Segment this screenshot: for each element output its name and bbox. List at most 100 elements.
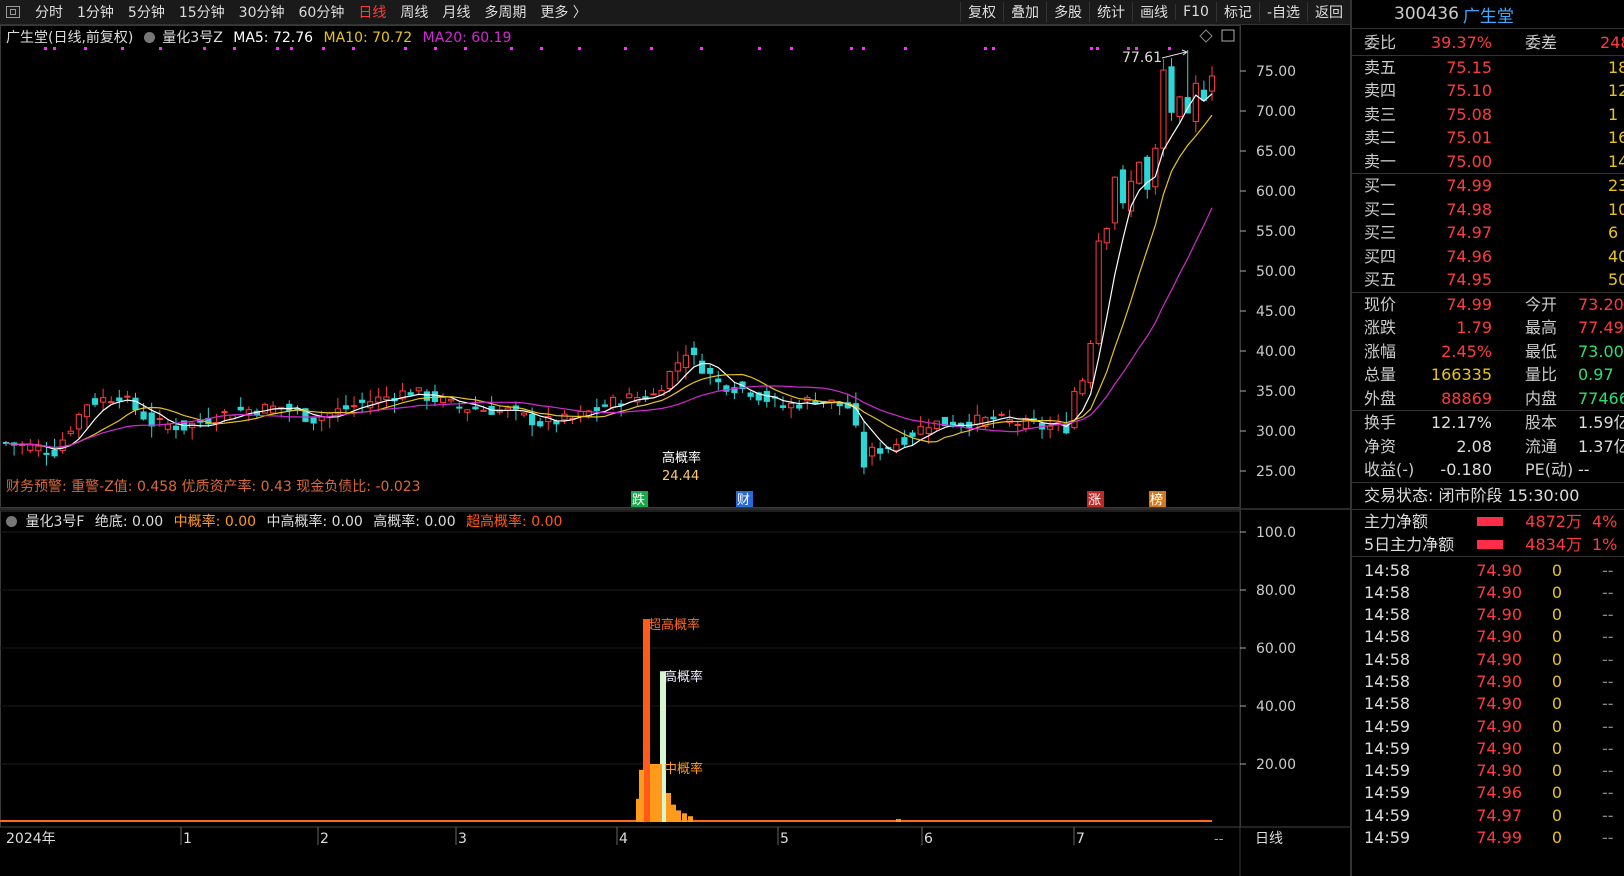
quote-stats-2: 换手 12.17% 股本 1.59亿 净资 2.08 流通 1.37亿 收益(-) -0.180 P… [1352,411,1624,482]
tick-volume: 0 [1551,671,1562,691]
period-tab[interactable]: 60分钟 [292,2,352,22]
period-tab[interactable]: 更多 〉 [533,2,593,22]
diamond-icon[interactable] [1199,29,1213,43]
quote-stats: 现价 74.99 今开 73.20 涨跌 1.79 最高 77.49 涨幅 2.45% 最低 73.0… [1352,293,1624,411]
period-tab[interactable]: 月线 [435,2,477,22]
mid-prob-value: 中概率: 0.00 [173,514,257,530]
flow-row[interactable]: 5日主力净额 4834万 1% [1352,533,1624,556]
tick-price: 74.90 [1476,716,1522,736]
candle-body [164,423,171,430]
book-row[interactable]: 卖三 75.08 1 [1352,103,1624,127]
tool-button[interactable]: 复权 [960,2,1003,22]
signal-dot [352,47,355,50]
stock-name[interactable]: 广生堂 [1463,2,1514,27]
tick-price: 74.97 [1476,805,1522,825]
tick-volume: 0 [1551,828,1562,848]
book-price: 75.10 [1446,81,1492,100]
flow-label: 主力净额 [1364,511,1429,531]
period-tab[interactable]: 5分钟 [121,2,172,22]
kline-chart[interactable]: 75.00 70.00 65.00 60.00 55.00 50.00 45.00 40.00… [0,25,1350,876]
period-tab[interactable]: 多周期 [477,2,533,22]
flow-row[interactable]: 主力净额 4872万 4% [1352,510,1624,533]
signal-dot [44,47,47,50]
tick-time: 14:58 [1364,605,1411,625]
tool-button[interactable]: -自选 [1258,2,1307,22]
tick-price: 74.99 [1476,828,1522,848]
tick-price: 74.90 [1476,738,1522,758]
signal-dot [540,47,543,50]
low-annotation: 24.44 [662,469,699,484]
tool-button[interactable]: 统计 [1089,2,1132,22]
price-tick-label: 60.00 [1256,184,1296,200]
tool-button[interactable]: 叠加 [1003,2,1046,22]
period-label[interactable]: 日线 [1255,831,1283,847]
scroll-end-label[interactable]: -- [1214,832,1224,847]
tick-flag: -- [1602,805,1614,825]
tool-button[interactable]: 画线 [1132,2,1175,22]
signal-dot [862,47,865,50]
book-volume: 6 [1608,223,1619,242]
tool-button[interactable]: 返回 [1307,2,1350,22]
tick-time: 14:58 [1364,627,1411,647]
candle-body [448,398,455,402]
stat-row: 总量 166335 量比 0.97 [1352,363,1624,387]
candle-body [601,404,609,407]
period-tab[interactable]: 15分钟 [172,2,232,22]
signal-dot [434,47,437,50]
book-row[interactable]: 买三 74.97 6 [1352,221,1624,245]
tool-button[interactable]: 标记 [1215,2,1259,22]
period-tab[interactable]: 分时 [28,2,70,22]
year-label: 2024年 [6,831,56,847]
book-row[interactable]: 卖四 75.10 12 [1352,79,1624,103]
mid-bar-small [676,810,681,822]
tick-price: 74.90 [1476,761,1522,781]
stat-value-2: 0.97 [1578,365,1614,384]
stock-code: 300436 [1394,4,1459,24]
super-label: 超高概率 [648,617,700,633]
tick-volume: 0 [1551,783,1562,803]
signal-dot [850,47,853,50]
candle-body [375,396,382,403]
month-label: 1 [183,831,192,847]
sub-toggle-icon[interactable] [6,516,17,527]
price-tick-label: 55.00 [1256,224,1296,240]
stat-value-2: 73.20 [1578,294,1624,314]
book-row[interactable]: 买二 74.98 106 [1352,198,1624,222]
period-tab[interactable]: 周线 [393,2,435,22]
book-level-label: 卖二 [1364,128,1397,147]
price-tick-label: 30.00 [1256,424,1296,440]
candle-body [342,405,350,410]
book-row[interactable]: 卖五 75.15 18 [1352,56,1624,80]
book-volume: 12 [1608,81,1624,100]
candle-body [464,409,471,413]
stat-value: 166335 [1430,365,1492,384]
book-level-label: 买三 [1364,223,1397,242]
sub-tick-label: 20.00 [1256,757,1296,773]
book-row[interactable]: 买四 74.96 40 [1352,245,1624,269]
candle-body [423,391,430,401]
signal-dot [322,47,325,50]
tick-volume: 0 [1551,582,1562,602]
candle-body [51,449,58,457]
trade-ticks[interactable]: 14:58 74.90 0 -- 14:58 74.90 0 -- 14:58 74.90 0 -- 1… [1352,560,1624,850]
period-tab[interactable]: 日线 [351,2,393,22]
stat-label: 涨幅 [1364,341,1397,361]
stat-row: 现价 74.99 今开 73.20 [1352,293,1624,317]
candle-body [140,411,147,420]
tick-flag: -- [1602,671,1614,691]
sub-indicator-name[interactable]: 量化3号F [25,514,84,530]
candle-body [1022,418,1029,430]
menu-icon[interactable] [6,6,20,18]
book-row[interactable]: 卖二 75.01 16 [1352,126,1624,150]
trade-tick: 14:58 74.90 0 -- [1352,604,1624,626]
tool-button[interactable]: 多股 [1046,2,1089,22]
book-row[interactable]: 买五 74.95 50 [1352,268,1624,292]
mid-bar-small [682,813,687,822]
book-row[interactable]: 卖一 75.00 144 [1352,150,1624,174]
period-tab[interactable]: 30分钟 [232,2,292,22]
window-toggle-icon[interactable] [1221,29,1235,42]
book-row[interactable]: 买一 74.99 237 [1352,174,1624,198]
tool-button[interactable]: F10 [1175,4,1216,20]
stat-value-2: 73.00 [1578,341,1624,361]
period-tab[interactable]: 1分钟 [70,2,121,22]
